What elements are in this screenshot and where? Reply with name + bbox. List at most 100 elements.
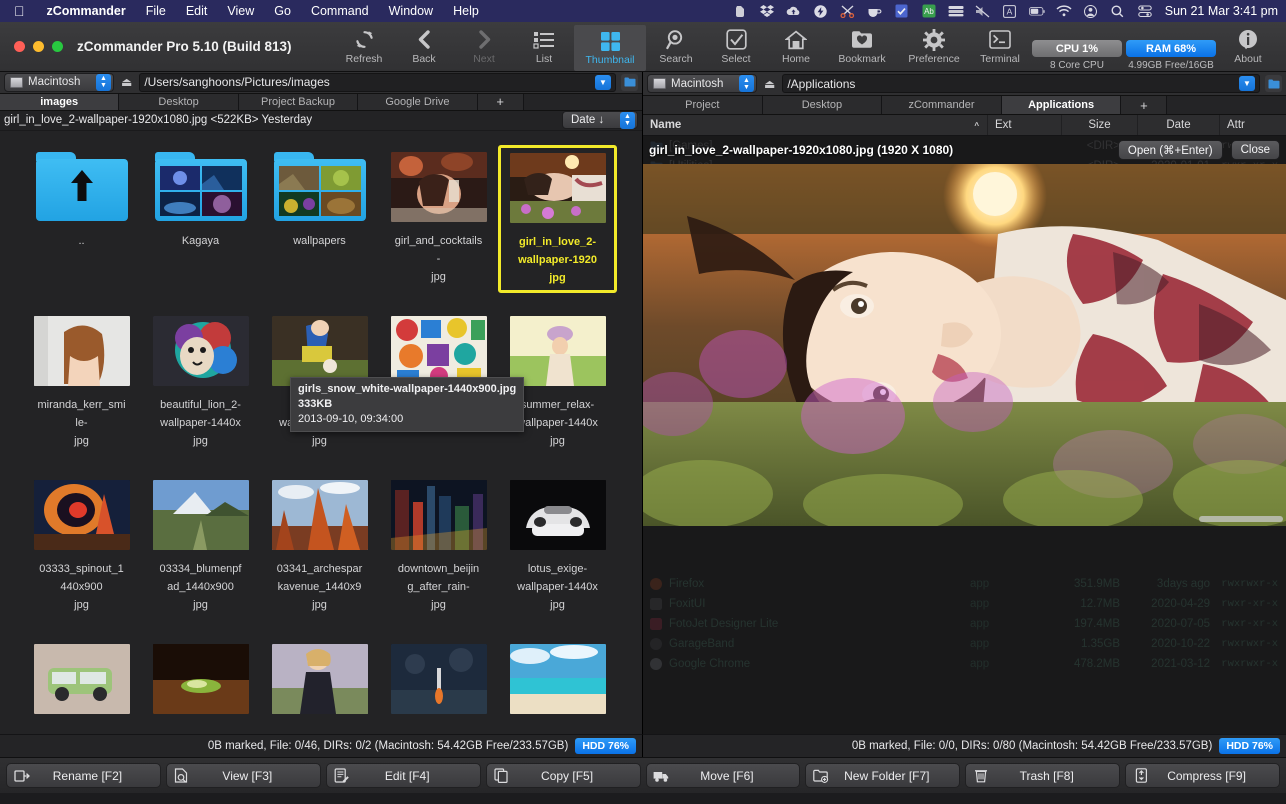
grid-item-beautiful-lion[interactable]: beautiful_lion_2- wallpaper-1440x jpg [141,309,260,473]
preview-open-button[interactable]: Open (⌘+Enter) [1118,140,1223,160]
maximize-window-button[interactable] [52,41,63,52]
left-tab-project-backup[interactable]: Project Backup [239,94,358,110]
path-history-dropdown-icon[interactable]: ▼ [1239,76,1255,91]
cloud-upload-icon[interactable] [786,4,802,18]
left-open-folder-button[interactable] [621,74,638,91]
grid-item-girl-portrait[interactable] [260,637,379,734]
coffee-cup-icon[interactable] [867,4,883,18]
menu-item-file[interactable]: File [136,4,176,18]
evernote-icon[interactable] [732,4,748,18]
list-view-button[interactable]: List [514,22,574,71]
grid-item-wallpapers[interactable]: wallpapers [260,145,379,309]
left-thumbnail-grid[interactable]: .. [0,131,642,734]
edit-button[interactable]: Edit [F4] [326,763,481,788]
user-account-icon[interactable] [1083,4,1099,18]
menu-item-zcommander[interactable]: zCommander [37,4,136,18]
right-tab-zcommander[interactable]: zCommander [882,96,1002,114]
grid-item-vw-bus[interactable] [22,637,141,734]
column-header-date[interactable]: Date [1138,115,1220,135]
compress-button[interactable]: Compress [F9] [1125,763,1280,788]
volume-mute-icon[interactable] [975,4,991,18]
grid-item-03341-archespark[interactable]: 03341_archespar kavenue_1440x9 jpg [260,473,379,637]
right-file-list[interactable]: [Games] <DIR> 2020-07-26 rwxr-xr-x [Util… [643,136,1286,734]
right-tab-project[interactable]: Project [643,96,763,114]
column-header-size[interactable]: Size [1062,115,1138,135]
right-add-tab-button[interactable]: + [1121,96,1167,114]
view-button[interactable]: View [F3] [166,763,321,788]
refresh-button[interactable]: Refresh [334,22,394,71]
control-center-icon[interactable] [1137,4,1153,18]
copy-button[interactable]: Copy [F5] [486,763,641,788]
home-button[interactable]: Home [766,22,826,71]
menu-item-go[interactable]: Go [264,4,301,18]
eject-icon[interactable]: ⏏ [119,75,134,89]
grid-item-rocket-launch[interactable] [379,637,498,734]
right-open-folder-button[interactable] [1265,75,1282,92]
table-row[interactable]: Google Chrome app 478.2MB 2021-03-12 rwx… [643,654,1286,674]
select-button[interactable]: Select [706,22,766,71]
about-button[interactable]: About [1218,22,1278,71]
preview-scrollbar[interactable] [1199,516,1283,522]
search-button[interactable]: Search [646,22,706,71]
bookmark-button[interactable]: Bookmark [826,22,898,71]
back-button[interactable]: Back [394,22,454,71]
grid-item-beach-sky[interactable] [498,637,617,734]
minimize-window-button[interactable] [33,41,44,52]
rename-button[interactable]: Rename [F2] [6,763,161,788]
apple-icon[interactable]:  [14,4,25,18]
left-path-input[interactable]: /Users/sanghoons/Pictures/images ▼ [139,73,616,92]
terminal-button[interactable]: Terminal [970,22,1030,71]
wifi-icon[interactable] [1056,4,1072,18]
ram-meter[interactable]: RAM 68% 4.99GB Free/16GB [1124,40,1218,71]
grid-item-parent-folder[interactable]: .. [22,145,141,309]
battery-icon[interactable] [1029,4,1045,18]
new-folder-button[interactable]: New Folder [F7] [805,763,960,788]
grid-item-03334-blumenpfad[interactable]: 03334_blumenpf ad_1440x900 jpg [141,473,260,637]
menu-item-window[interactable]: Window [379,4,443,18]
left-tab-images[interactable]: images [0,94,119,110]
preview-close-button[interactable]: Close [1231,140,1280,160]
left-add-tab-button[interactable]: + [478,94,524,110]
left-sort-selector[interactable]: Date ↓ ▲▼ [562,111,638,129]
column-header-name[interactable]: Name ^ [643,115,988,135]
grid-item-miranda-kerr[interactable]: miranda_kerr_smi le- jpg [22,309,141,473]
grid-item-03333-spinout[interactable]: 03333_spinout_1 440x900 jpg [22,473,141,637]
grid-item-girl-and-cocktails[interactable]: girl_and_cocktails - jpg [379,145,498,309]
menu-item-view[interactable]: View [217,4,264,18]
menubar-clock[interactable]: Sun 21 Mar 3:41 pm [1159,4,1278,18]
trash-button[interactable]: Trash [F8] [965,763,1120,788]
grid-item-leaf-dark[interactable] [141,637,260,734]
flash-icon[interactable] [813,4,829,18]
menu-item-help[interactable]: Help [443,4,489,18]
menu-item-command[interactable]: Command [301,4,379,18]
right-drive-selector[interactable]: Macintosh ▲▼ [647,74,757,93]
grid-item-girl-in-love-selected[interactable]: girl_in_love_2- wallpaper-1920 jpg [498,145,617,293]
ab-green-icon[interactable]: Ab [921,4,937,18]
preview-image[interactable] [643,164,1286,526]
dropbox-icon[interactable] [759,4,775,18]
column-header-ext[interactable]: Ext [988,115,1062,135]
right-tab-desktop[interactable]: Desktop [763,96,883,114]
spotlight-search-icon[interactable] [1110,4,1126,18]
left-tab-desktop[interactable]: Desktop [119,94,238,110]
grid-item-kagaya[interactable]: Kagaya [141,145,260,309]
layers-icon[interactable] [948,4,964,18]
cpu-meter[interactable]: CPU 1% 8 Core CPU [1030,40,1124,71]
checkbox-blue-icon[interactable] [894,4,910,18]
scissors-icon[interactable] [840,4,856,18]
input-source-A-icon[interactable]: A [1002,4,1018,18]
column-header-attr[interactable]: Attr [1220,115,1286,135]
right-path-input[interactable]: /Applications ▼ [782,74,1260,93]
thumbnail-view-button[interactable]: Thumbnail [574,25,646,71]
close-window-button[interactable] [14,41,25,52]
menu-item-edit[interactable]: Edit [176,4,218,18]
left-drive-selector[interactable]: Macintosh ▲▼ [4,73,114,92]
grid-item-downtown-beijing[interactable]: downtown_beijin g_after_rain- jpg [379,473,498,637]
path-history-dropdown-icon[interactable]: ▼ [595,75,611,90]
preference-button[interactable]: Preference [898,22,970,71]
right-tab-applications[interactable]: Applications [1002,96,1122,114]
grid-item-lotus-exige[interactable]: lotus_exige- wallpaper-1440x jpg [498,473,617,637]
move-button[interactable]: Move [F6] [646,763,801,788]
left-tab-google-drive[interactable]: Google Drive [358,94,477,110]
next-button[interactable]: Next [454,22,514,71]
